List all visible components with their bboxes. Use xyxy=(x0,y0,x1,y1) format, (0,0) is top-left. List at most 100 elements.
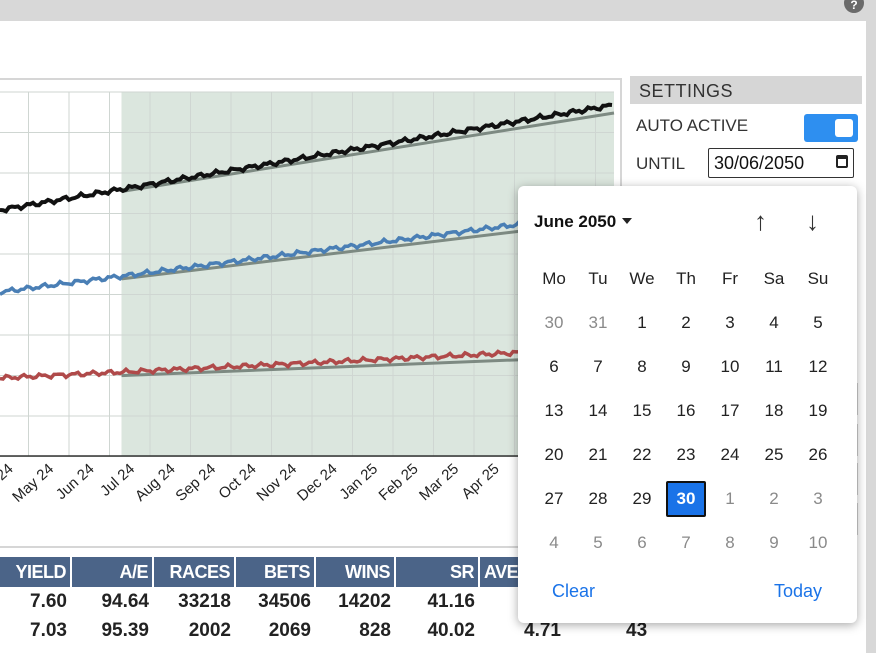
right-edge-panel xyxy=(866,21,876,653)
calendar-day[interactable]: 9 xyxy=(666,349,706,385)
calendar-day[interactable]: 30 xyxy=(666,481,706,517)
cell: 40.02 xyxy=(427,619,475,641)
x-tick-label: Apr 25 xyxy=(458,460,502,502)
calendar-day[interactable]: 5 xyxy=(578,525,618,561)
calendar-day[interactable]: 11 xyxy=(754,349,794,385)
calendar-day[interactable]: 6 xyxy=(534,349,574,385)
auto-active-row: AUTO ACTIVE xyxy=(630,104,862,142)
col-yield[interactable]: YIELD xyxy=(0,557,72,587)
clear-button[interactable]: Clear xyxy=(552,581,595,602)
auto-active-toggle[interactable] xyxy=(804,114,858,142)
calendar-day[interactable]: 3 xyxy=(798,481,838,517)
help-icon[interactable]: ? xyxy=(844,0,864,13)
col-races[interactable]: RACES xyxy=(153,557,236,587)
toggle-knob xyxy=(835,119,853,137)
calendar-day[interactable]: 8 xyxy=(622,349,662,385)
calendar-day[interactable]: 16 xyxy=(666,393,706,429)
calendar-day[interactable]: 20 xyxy=(534,437,574,473)
cell: 33218 xyxy=(178,590,231,612)
weekday-header: Fr xyxy=(721,269,739,288)
x-tick-label: Feb 25 xyxy=(376,460,422,504)
calendar-day[interactable]: 30 xyxy=(534,305,574,341)
calendar-day[interactable]: 13 xyxy=(534,393,574,429)
calendar-day[interactable]: 10 xyxy=(710,349,750,385)
x-tick-label: Mar 25 xyxy=(416,460,462,504)
calendar-day[interactable]: 7 xyxy=(666,525,706,561)
settings-title: SETTINGS xyxy=(630,76,862,104)
calendar-day[interactable]: 22 xyxy=(622,437,662,473)
x-tick-label: Dec 24 xyxy=(294,460,341,504)
calendar-day[interactable]: 4 xyxy=(754,305,794,341)
x-tick-label: May 24 xyxy=(9,460,57,506)
until-date-value: 30/06/2050 xyxy=(714,153,805,173)
calendar-day[interactable]: 27 xyxy=(534,481,574,517)
col-ae[interactable]: A/E xyxy=(71,557,154,587)
calendar-day[interactable]: 5 xyxy=(798,305,838,341)
x-tick-label: Sep 24 xyxy=(172,460,219,504)
col-bets[interactable]: BETS xyxy=(235,557,316,587)
until-date-input[interactable]: 30/06/2050 xyxy=(708,148,854,178)
calendar-day[interactable]: 2 xyxy=(666,305,706,341)
weekday-header: Sa xyxy=(763,269,785,288)
weekday-header: Th xyxy=(676,269,696,288)
calendar-day[interactable]: 19 xyxy=(798,393,838,429)
cell: 7.03 xyxy=(30,619,67,641)
cell: 34506 xyxy=(258,590,311,612)
calendar-day[interactable]: 2 xyxy=(754,481,794,517)
x-tick-label: Aug 24 xyxy=(132,460,179,504)
cell: 94.64 xyxy=(101,590,149,612)
calendar-day[interactable]: 29 xyxy=(622,481,662,517)
x-tick-label: Jun 24 xyxy=(53,460,98,503)
arrow-up-icon[interactable]: ↑ xyxy=(754,206,767,237)
calendar-day[interactable]: 9 xyxy=(754,525,794,561)
calendar-day[interactable]: 15 xyxy=(622,393,662,429)
calendar-day[interactable]: 3 xyxy=(710,305,750,341)
calendar-day[interactable]: 14 xyxy=(578,393,618,429)
calendar-day[interactable]: 31 xyxy=(578,305,618,341)
calendar-day[interactable]: 24 xyxy=(710,437,750,473)
calendar-icon[interactable] xyxy=(836,155,848,168)
until-label: UNTIL xyxy=(636,154,686,173)
calendar-day[interactable]: 1 xyxy=(622,305,662,341)
row2-extra-a: 4.71 xyxy=(524,620,561,641)
table-row: 7.60 94.64 33218 34506 14202 41.16 xyxy=(0,587,549,616)
cell: 828 xyxy=(359,619,391,641)
auto-active-label: AUTO ACTIVE xyxy=(636,116,749,135)
col-sr[interactable]: SR xyxy=(395,557,480,587)
cell: 14202 xyxy=(338,590,391,612)
top-bar: ? xyxy=(0,0,876,21)
x-tick-label: Jul 24 xyxy=(97,460,138,499)
calendar-day[interactable]: 21 xyxy=(578,437,618,473)
col-wins[interactable]: WINS xyxy=(315,557,396,587)
calendar-day[interactable]: 23 xyxy=(666,437,706,473)
cell: 41.16 xyxy=(427,590,475,612)
calendar-day[interactable]: 10 xyxy=(798,525,838,561)
stats-table: YIELD A/E RACES BETS WINS SR AVE O 7.60 … xyxy=(0,557,550,645)
calendar-day[interactable]: 6 xyxy=(622,525,662,561)
today-button[interactable]: Today xyxy=(774,581,822,602)
weekday-header: We xyxy=(629,269,655,288)
calendar-day[interactable]: 28 xyxy=(578,481,618,517)
weekday-header: Su xyxy=(807,269,829,288)
calendar-day[interactable]: 7 xyxy=(578,349,618,385)
row2-extra-b: 43 xyxy=(626,620,648,641)
calendar-day[interactable]: 25 xyxy=(754,437,794,473)
cell: 2069 xyxy=(268,619,311,641)
weekday-header: Mo xyxy=(542,269,566,288)
calendar-day[interactable]: 17 xyxy=(710,393,750,429)
caret-down-icon xyxy=(622,218,633,224)
table-row: 7.03 95.39 2002 2069 828 40.02 xyxy=(0,616,549,645)
month-select[interactable]: June 2050 xyxy=(534,212,633,232)
month-label: June 2050 xyxy=(534,212,617,231)
calendar-day[interactable]: 4 xyxy=(534,525,574,561)
calendar-day[interactable]: 26 xyxy=(798,437,838,473)
calendar-day[interactable]: 12 xyxy=(798,349,838,385)
calendar-day[interactable]: 8 xyxy=(710,525,750,561)
table-header-row: YIELD A/E RACES BETS WINS SR AVE O xyxy=(0,557,550,587)
settings-panel: SETTINGS AUTO ACTIVE UNTIL 30/06/2050 xyxy=(630,76,862,180)
cell: 7.60 xyxy=(30,590,67,612)
calendar-day[interactable]: 18 xyxy=(754,393,794,429)
arrow-down-icon[interactable]: ↓ xyxy=(806,206,819,237)
x-tick-label: Jan 25 xyxy=(336,460,381,503)
calendar-day[interactable]: 1 xyxy=(710,481,750,517)
